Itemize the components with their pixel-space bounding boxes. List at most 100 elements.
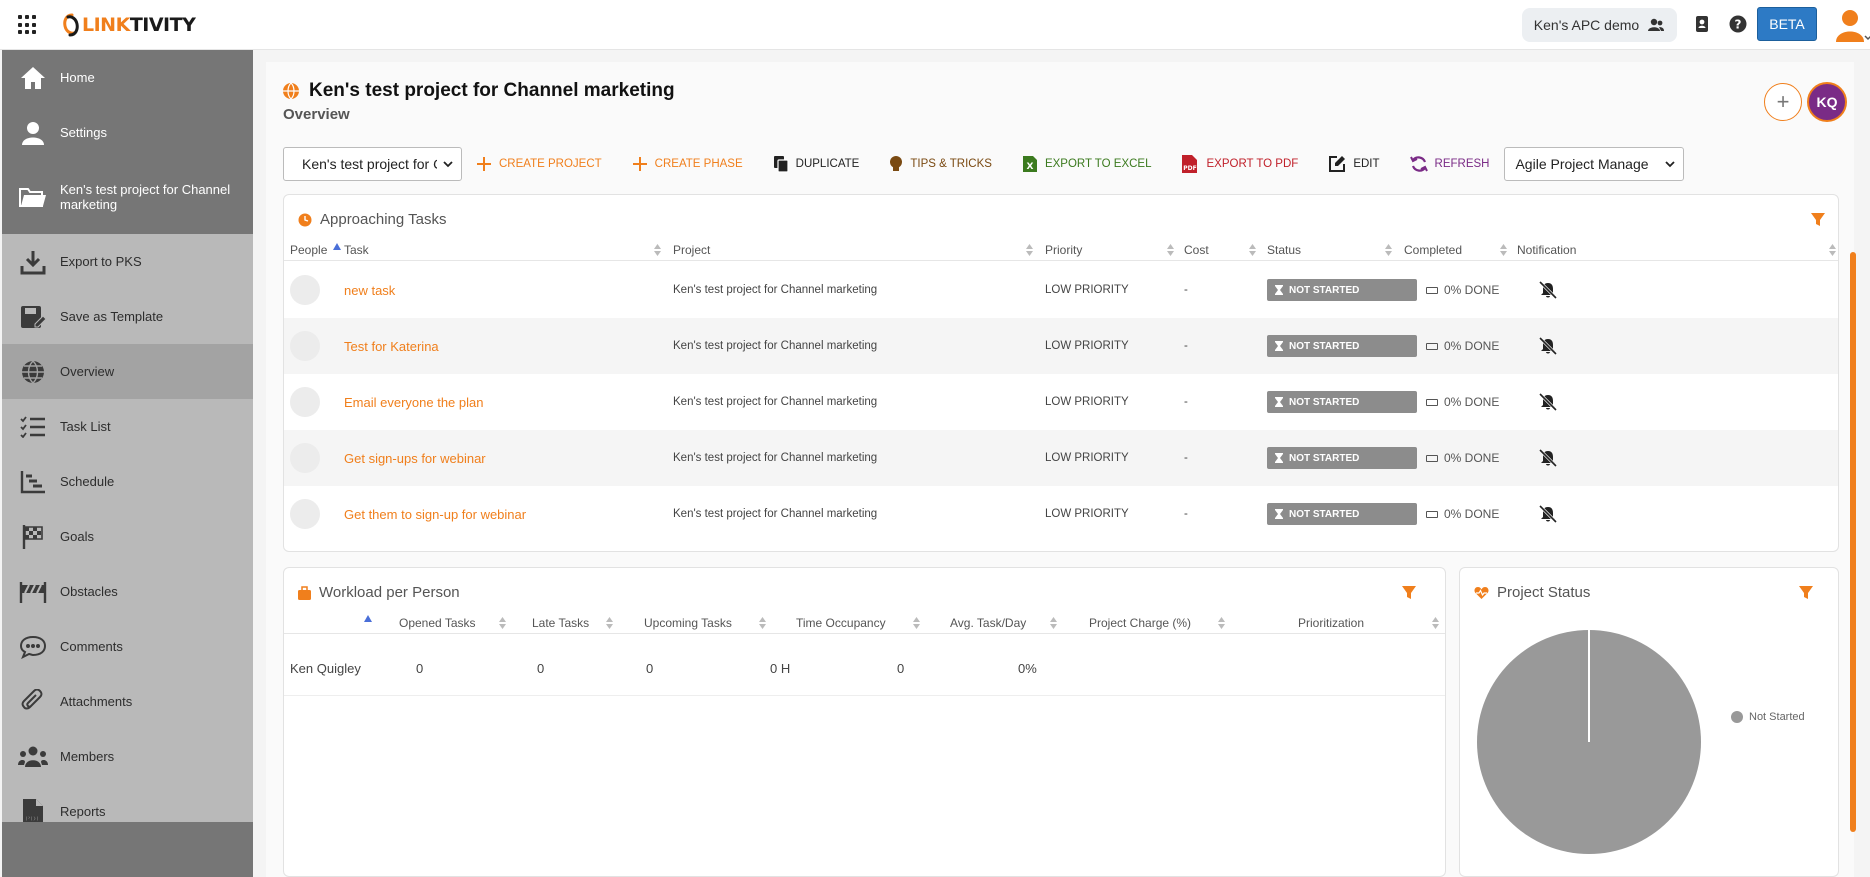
- sidebar-item-task-list[interactable]: Task List: [2, 399, 253, 454]
- export-excel-button[interactable]: X EXPORT TO EXCEL: [1022, 147, 1151, 181]
- sidebar-item-members[interactable]: Members: [2, 729, 253, 784]
- column-header-project[interactable]: Project: [673, 239, 710, 261]
- task-link[interactable]: new task: [344, 262, 395, 318]
- table-row[interactable]: new task Ken's test project for Channel …: [284, 262, 1838, 318]
- sidebar-item-settings[interactable]: Settings: [2, 105, 253, 160]
- filter-icon[interactable]: [1402, 586, 1416, 600]
- edit-icon: [1329, 156, 1346, 172]
- task-link[interactable]: Test for Katerina: [344, 318, 439, 374]
- apps-grid-icon[interactable]: [18, 15, 38, 35]
- filter-icon[interactable]: [1799, 586, 1813, 600]
- sort-icon[interactable]: [654, 244, 661, 256]
- sort-icon[interactable]: [1026, 244, 1033, 256]
- task-link[interactable]: Get sign-ups for webinar: [344, 430, 486, 486]
- column-header-status[interactable]: Status: [1267, 239, 1301, 261]
- sidebar-item-save-template[interactable]: Save as Template: [2, 289, 253, 344]
- sort-icon[interactable]: [606, 617, 613, 629]
- gantt-icon: [18, 467, 48, 497]
- sort-icon[interactable]: [1218, 617, 1225, 629]
- column-header-task[interactable]: Task: [344, 239, 369, 261]
- filter-icon[interactable]: [1811, 213, 1825, 227]
- help-icon[interactable]: ?: [1727, 13, 1749, 35]
- notification-off-icon[interactable]: [1539, 430, 1557, 486]
- person-avatar[interactable]: [290, 486, 320, 542]
- table-row[interactable]: Get sign-ups for webinar Ken's test proj…: [284, 430, 1838, 486]
- late-tasks-cell: 0: [537, 660, 545, 676]
- beta-button[interactable]: BETA: [1757, 7, 1817, 41]
- sidebar-item-schedule[interactable]: Schedule: [2, 454, 253, 509]
- column-header-priority[interactable]: Priority: [1045, 239, 1082, 261]
- table-row[interactable]: Test for Katerina Ken's test project for…: [284, 318, 1838, 374]
- duplicate-button[interactable]: DUPLICATE: [773, 147, 859, 181]
- column-header-notification[interactable]: Notification: [1517, 239, 1576, 261]
- sort-icon[interactable]: [759, 617, 766, 629]
- column-header-avg-task-day[interactable]: Avg. Task/Day: [950, 612, 1026, 634]
- notification-off-icon[interactable]: [1539, 374, 1557, 430]
- edit-button[interactable]: EDIT: [1328, 147, 1380, 181]
- tips-tricks-button[interactable]: TIPS & TRICKS: [889, 147, 992, 181]
- sort-icon[interactable]: [913, 617, 920, 629]
- legend-item[interactable]: Not Started: [1731, 711, 1805, 723]
- scrollbar[interactable]: [1850, 252, 1856, 832]
- contacts-icon[interactable]: [1691, 13, 1713, 35]
- sort-icon[interactable]: [1500, 244, 1507, 256]
- sidebar-item-project[interactable]: Ken's test project for Channel marketing: [2, 160, 253, 234]
- notification-off-icon[interactable]: [1539, 318, 1557, 374]
- sidebar-item-comments[interactable]: Comments: [2, 619, 253, 674]
- create-phase-button[interactable]: CREATE PHASE: [632, 147, 743, 181]
- person-avatar[interactable]: [290, 318, 320, 374]
- sidebar-item-export-pks[interactable]: Export to PKS: [2, 234, 253, 289]
- excel-icon: X: [1022, 156, 1037, 172]
- user-avatar-icon[interactable]: [1832, 6, 1870, 44]
- sidebar-item-goals[interactable]: Goals: [2, 509, 253, 564]
- person-avatar[interactable]: [290, 430, 320, 486]
- column-header-upcoming-tasks[interactable]: Upcoming Tasks: [644, 612, 732, 634]
- column-header-prioritization[interactable]: Prioritization: [1298, 612, 1364, 634]
- app-logo[interactable]: LINKTIVITY: [62, 11, 196, 39]
- column-header-completed[interactable]: Completed: [1404, 239, 1462, 261]
- sidebar-item-obstacles[interactable]: Obstacles: [2, 564, 253, 619]
- table-row[interactable]: Email everyone the plan Ken's test proje…: [284, 374, 1838, 430]
- cost-cell: -: [1184, 508, 1188, 520]
- column-header-people[interactable]: People: [290, 239, 342, 261]
- task-link[interactable]: Email everyone the plan: [344, 374, 483, 430]
- workspace-switcher[interactable]: Ken's APC demo: [1522, 8, 1677, 42]
- column-header-project-charge[interactable]: Project Charge (%): [1089, 612, 1191, 634]
- person-avatar[interactable]: [290, 262, 320, 318]
- status-pie-chart[interactable]: [1476, 629, 1702, 855]
- sort-asc-icon[interactable]: [364, 615, 372, 623]
- sidebar-item-attachments[interactable]: Attachments: [2, 674, 253, 729]
- refresh-icon: [1409, 156, 1428, 172]
- create-project-button[interactable]: CREATE PROJECT: [476, 147, 602, 181]
- workload-card: Workload per Person Opened Tasks Late Ta…: [283, 567, 1446, 877]
- table-row[interactable]: Get them to sign-up for webinar Ken's te…: [284, 486, 1838, 542]
- methodology-select[interactable]: Agile Project Manage: [1504, 147, 1685, 181]
- table-row[interactable]: Ken Quigley 0 0 0 0 H 0 0%: [284, 640, 1445, 696]
- person-avatar[interactable]: [290, 374, 320, 430]
- notification-off-icon[interactable]: [1539, 262, 1557, 318]
- export-pdf-button[interactable]: PDF EXPORT TO PDF: [1181, 147, 1298, 181]
- sort-icon[interactable]: [1829, 244, 1836, 256]
- add-member-button[interactable]: +: [1764, 83, 1802, 121]
- sidebar-item-overview[interactable]: Overview: [2, 344, 253, 399]
- sort-icon[interactable]: [1050, 617, 1057, 629]
- column-header-opened-tasks[interactable]: Opened Tasks: [399, 612, 476, 634]
- sort-icon[interactable]: [1167, 244, 1174, 256]
- task-link[interactable]: Get them to sign-up for webinar: [344, 486, 526, 542]
- column-header-late-tasks[interactable]: Late Tasks: [532, 612, 589, 634]
- column-header-cost[interactable]: Cost: [1184, 239, 1209, 261]
- sort-icon[interactable]: [1385, 244, 1392, 256]
- sort-icon[interactable]: [499, 617, 506, 629]
- notification-off-icon[interactable]: [1539, 486, 1557, 542]
- checklist-icon: [18, 412, 48, 442]
- column-header-time-occupancy[interactable]: Time Occupancy: [796, 612, 886, 634]
- avatar[interactable]: KQ: [1807, 82, 1847, 122]
- battery-icon: [1426, 510, 1438, 518]
- sidebar-item-home[interactable]: Home: [2, 50, 253, 105]
- cost-cell: -: [1184, 396, 1188, 408]
- project-select[interactable]: Ken's test project for C: [283, 147, 462, 181]
- sort-icon[interactable]: [1432, 617, 1439, 629]
- svg-text:PDF: PDF: [1184, 165, 1197, 172]
- refresh-button[interactable]: REFRESH: [1409, 147, 1489, 181]
- sort-icon[interactable]: [1249, 244, 1256, 256]
